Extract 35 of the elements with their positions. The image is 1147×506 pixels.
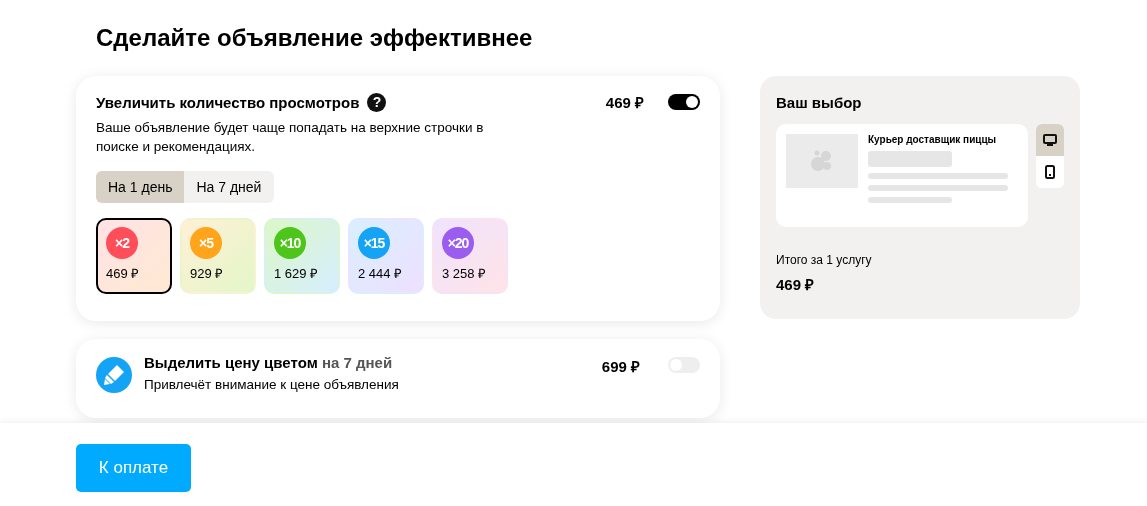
summary-title: Ваш выбор [776, 94, 863, 111]
period-tab[interactable]: На 1 день [96, 171, 185, 203]
boost-option[interactable]: ×20 3 258 ₽ [432, 218, 508, 294]
option-price: 3 258 ₽ [442, 265, 488, 282]
multiplier-badge: ×5 [190, 227, 222, 259]
multiplier-badge: ×10 [274, 227, 306, 259]
period-tab[interactable]: На 7 дней [184, 171, 274, 203]
multiplier-badge: ×2 [106, 227, 138, 259]
boost-option[interactable]: ×5 929 ₽ [180, 218, 256, 294]
service-price: 699 ₽ [601, 357, 640, 376]
service-description: Привлечёт внимание к цене объявления [144, 377, 399, 392]
service-description: Ваше объявление будет чаще попадать на верхние строчки в поиске и рекомендациях. [96, 119, 485, 156]
help-icon[interactable]: ? [367, 92, 387, 112]
toggle-switch[interactable] [668, 94, 700, 110]
service-price: 469 ₽ [605, 93, 644, 112]
desktop-button[interactable] [1036, 124, 1064, 156]
option-price: 2 444 ₽ [358, 265, 404, 282]
monitor-icon [1043, 134, 1057, 146]
service-title: Выделить цену цветом на 7 дней [144, 354, 394, 371]
page-title: Сделайте объявление эффективнее [96, 24, 534, 52]
multiplier-badge: ×15 [358, 227, 390, 259]
total-label: Итого за 1 услугу [776, 253, 873, 267]
option-price: 469 ₽ [106, 265, 141, 282]
image-placeholder-icon [786, 134, 858, 188]
boost-option[interactable]: ×10 1 629 ₽ [264, 218, 340, 294]
option-price: 1 629 ₽ [274, 265, 320, 282]
total-price: 469 ₽ [776, 275, 816, 294]
option-price: 929 ₽ [190, 265, 225, 282]
service-title: Увеличить количество просмотров [96, 93, 360, 111]
boost-option[interactable]: ×2 469 ₽ [96, 218, 172, 294]
marker-icon [96, 357, 132, 393]
boost-option[interactable]: ×15 2 444 ₽ [348, 218, 424, 294]
multiplier-badge: ×20 [442, 227, 474, 259]
phone-icon [1045, 165, 1055, 179]
ad-title: Курьер доставщик пиццы [868, 134, 998, 145]
